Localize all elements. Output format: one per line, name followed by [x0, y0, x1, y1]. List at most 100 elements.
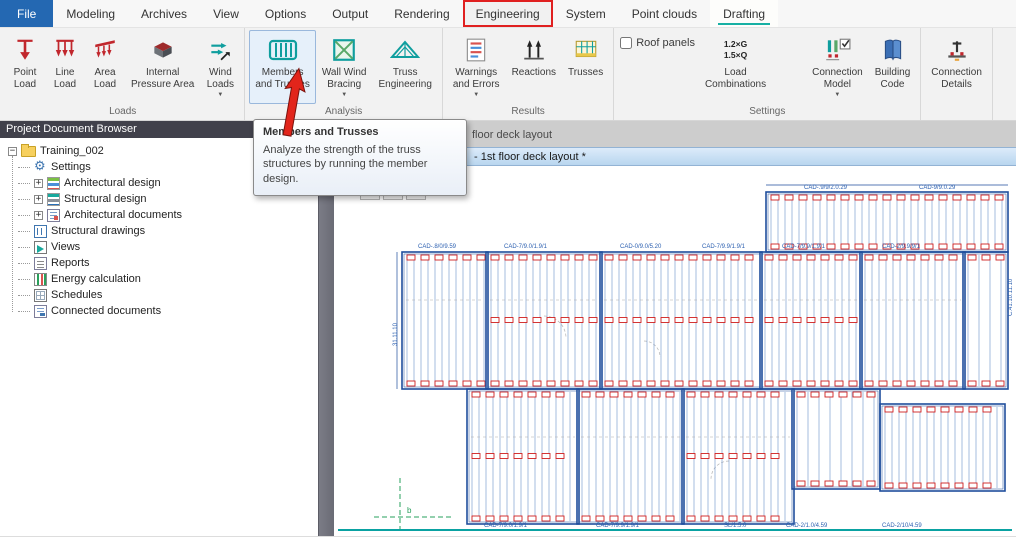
tab-view[interactable]: View	[200, 0, 252, 27]
ribbon-group-settings: Roof panels 1.2×G1.5×QLoad Combinations Co…	[614, 28, 921, 120]
tree-item-reports[interactable]: Reports	[6, 255, 318, 271]
ribbon-button-label: Warnings and Errors	[453, 67, 500, 91]
tree-item-connected-documents[interactable]: Connected documents	[6, 303, 318, 319]
ribbon-group-analysis: Members and TrussesWall Wind Bracing▼Tru…	[245, 28, 443, 120]
ribbon-button-truss-engineering[interactable]: Truss Engineering	[373, 30, 438, 104]
connection-model-icon	[823, 35, 851, 65]
ribbon-button-building-code[interactable]: Building Code	[869, 30, 917, 104]
tab-system[interactable]: System	[553, 0, 619, 27]
tree-item-label: Training_002	[40, 145, 104, 157]
cad-drawing[interactable]: CAD-.8/0/9.59CAD-7/9.0/1.9/1CAD-0/9.0/5.…	[334, 166, 1016, 536]
tree-item-structural-drawings[interactable]: Structural drawings	[6, 223, 318, 239]
tree-branch-line	[18, 199, 30, 200]
ribbon-button-warnings-and-errors[interactable]: Warnings and Errors▼	[447, 30, 506, 104]
drawing-canvas[interactable]: ▤▥▢ CAD-.8/0/9.59CAD-7/9.0/1.9/1CAD-0/9.…	[334, 166, 1016, 536]
tree-item-architectural-documents[interactable]: +Architectural documents	[6, 207, 318, 223]
tab-modeling[interactable]: Modeling	[53, 0, 128, 27]
tab-engineering[interactable]: Engineering	[463, 0, 553, 27]
members-and-trusses-icon	[268, 35, 298, 65]
ribbon-group-label: Loads	[5, 105, 240, 120]
deck-panel	[860, 252, 965, 389]
ribbon-button-reactions[interactable]: Reactions	[506, 30, 562, 104]
tree-item-label: Structural drawings	[51, 225, 145, 237]
tree-branch-line	[18, 183, 30, 184]
svg-text:CAD-2/1.0/4.59: CAD-2/1.0/4.59	[786, 523, 828, 529]
tree-branch-line	[18, 215, 30, 216]
tab-options[interactable]: Options	[252, 0, 319, 27]
struct-drawings-icon	[34, 225, 47, 238]
expand-box-icon[interactable]: +	[34, 195, 43, 204]
svg-text:CAD-.9/9/2.0.29: CAD-.9/9/2.0.29	[804, 185, 848, 191]
ribbon-button-label: Area Load	[94, 67, 116, 91]
ribbon-button-label: Internal Pressure Area	[131, 67, 194, 91]
reactions-icon	[521, 35, 547, 65]
ribbon-button-wind-loads[interactable]: Wind Loads▼	[200, 30, 240, 104]
tab-rendering[interactable]: Rendering	[381, 0, 462, 27]
svg-text:SL/1.5.0: SL/1.5.0	[724, 523, 747, 529]
tab-point-clouds[interactable]: Point clouds	[619, 0, 710, 27]
tree-item-schedules[interactable]: Schedules	[6, 287, 318, 303]
deck-panel	[402, 252, 488, 389]
tab-archives[interactable]: Archives	[128, 0, 200, 27]
ribbon-button-area-load[interactable]: Area Load	[85, 30, 125, 104]
deck-panel	[880, 404, 1005, 491]
ribbon-button-load-combinations[interactable]: 1.2×G1.5×QLoad Combinations	[699, 30, 772, 104]
connected-docs-icon	[34, 305, 47, 318]
dropdown-arrow-icon: ▼	[473, 92, 479, 98]
tree-item-views[interactable]: Views	[6, 239, 318, 255]
tree-branch-line	[18, 231, 30, 232]
dropdown-arrow-icon: ▼	[834, 92, 840, 98]
svg-text:CAD-7/9.9/1.9/1: CAD-7/9.9/1.9/1	[782, 244, 826, 250]
svg-text:31.11.10: 31.11.10	[393, 322, 399, 346]
collapse-box-icon[interactable]: −	[8, 147, 17, 156]
ribbon-group-label: Results	[447, 105, 609, 120]
trusses-icon	[573, 35, 599, 65]
deck-panel	[600, 252, 762, 389]
ribbon-button-label: Connection Details	[931, 67, 982, 91]
ribbon-button-label: Truss Engineering	[379, 67, 432, 91]
expand-box-icon[interactable]: +	[34, 179, 43, 188]
tab-output[interactable]: Output	[319, 0, 381, 27]
tree-item-label: Views	[51, 241, 80, 253]
ribbon-group-label: Settings	[618, 105, 916, 120]
folder-icon	[21, 146, 36, 157]
wind-loads-icon	[207, 35, 233, 65]
tree-branch-line	[18, 295, 30, 296]
ribbon-button-label: Wall Wind Bracing	[322, 67, 367, 91]
ribbon-button-wall-wind-bracing[interactable]: Wall Wind Bracing▼	[316, 30, 373, 104]
ribbon-button-connection-details[interactable]: Connection Details	[925, 30, 988, 104]
schedules-icon	[34, 289, 47, 302]
tree-item-energy-calculation[interactable]: Energy calculation	[6, 271, 318, 287]
background-window-title: floor deck layout	[472, 129, 552, 141]
tab-file[interactable]: File	[0, 0, 53, 27]
tab-drafting[interactable]: Drafting	[710, 0, 778, 27]
svg-text:C.41.10.11.10: C.41.10.11.10	[1008, 278, 1014, 316]
deck-panel	[760, 252, 862, 389]
ribbon-button-line-load[interactable]: Line Load	[45, 30, 85, 104]
ribbon-button-point-load[interactable]: Point Load	[5, 30, 45, 104]
ribbon-button-internal-pressure-area[interactable]: Internal Pressure Area	[125, 30, 200, 104]
ribbon-group-label: Analysis	[249, 105, 438, 120]
tree-item-label: Connected documents	[51, 305, 161, 317]
tree-item-label: Schedules	[51, 289, 102, 301]
svg-text:CAD-2/9.9/9/1: CAD-2/9.9/9/1	[882, 244, 921, 250]
truss-engineering-icon	[390, 35, 420, 65]
deck-panel	[963, 252, 1008, 389]
dropdown-arrow-icon: ▼	[217, 92, 223, 98]
tree-item-label: Structural design	[64, 193, 147, 205]
svg-text:b: b	[407, 506, 412, 515]
ribbon-group-loads: Point LoadLine Load Area Load Internal Pre…	[1, 28, 245, 120]
expand-box-icon[interactable]: +	[34, 211, 43, 220]
tree-connector-line	[12, 156, 13, 312]
deck-panel	[467, 389, 579, 524]
connection-details-icon	[944, 35, 970, 65]
ribbon-button-label: Connection Model	[812, 67, 863, 91]
ribbon-button-connection-model[interactable]: Connection Model▼	[806, 30, 869, 104]
deck-panel	[486, 252, 602, 389]
roof-panels-checkbox-input[interactable]	[620, 37, 632, 49]
ribbon-button-trusses[interactable]: Trusses	[562, 30, 609, 104]
tree-item-label: Architectural design	[64, 177, 161, 189]
ribbon-button-label: Wind Loads	[207, 67, 234, 91]
roof-panels-checkbox[interactable]: Roof panels	[620, 37, 695, 49]
roof-panels-checkbox-label: Roof panels	[636, 37, 695, 49]
